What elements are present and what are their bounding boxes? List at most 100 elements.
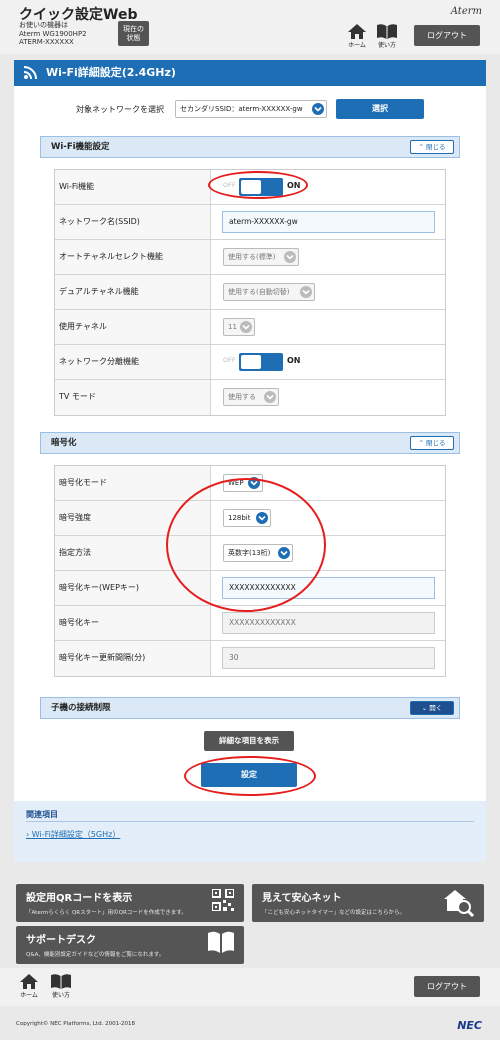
- device-name: ATERM-XXXXXX: [19, 38, 74, 46]
- footer-home-button[interactable]: ホーム: [16, 974, 42, 1000]
- collapse-label: 閉じる: [426, 143, 446, 151]
- chevron-down-icon: [300, 286, 312, 298]
- home-icon: [20, 974, 38, 989]
- page-title-text: Wi-Fi詳細設定(2.4GHz): [46, 66, 176, 79]
- select-value: 使用する(標準): [228, 253, 276, 261]
- wifi-icon: [23, 66, 37, 80]
- promo-desc: 「Atermらくらく QRスタート」用のQRコードを作成できます。: [26, 910, 187, 916]
- table-row: オートチャネルセレクト機能 使用する(標準): [55, 240, 445, 275]
- encrypt-mode-label: 暗号化モード: [55, 466, 211, 500]
- safety-net-promo[interactable]: 見えて安心ネット 「こども安心ネットタイマー」などの設定はこちらから。: [252, 884, 484, 922]
- status-line1: 現在の: [123, 25, 144, 33]
- encrypt-settings-table: 暗号化モード WEP 暗号強度 128bit 指定方法 英数字(13桁) 暗号化…: [54, 465, 446, 677]
- table-row: 暗号化キー更新間隔(分) 30: [55, 641, 445, 676]
- table-row: 暗号化キー(WEPキー) XXXXXXXXXXXXX: [55, 571, 445, 606]
- wifi-section-header: Wi-Fi機能設定 ⌃ 閉じる: [40, 136, 460, 158]
- status-button[interactable]: 現在の 状態: [118, 21, 149, 46]
- network-label: 対象ネットワークを選択: [76, 105, 164, 114]
- chevron-down-icon: [278, 547, 290, 559]
- toggle-track: [239, 353, 283, 371]
- wep-key-label: 暗号化キー(WEPキー): [55, 571, 211, 605]
- device-model: Aterm WG1900HP2: [19, 29, 87, 38]
- key-format-label: 指定方法: [55, 536, 211, 570]
- wep-key-input[interactable]: XXXXXXXXXXXXX: [222, 577, 435, 599]
- dual-channel-select[interactable]: 使用する(自動切替): [223, 283, 315, 301]
- child-section-header: 子機の接続制限 ⌄ 開く: [40, 697, 460, 719]
- toggle-on-label: ON: [287, 356, 301, 365]
- promo-title: サポートデスク: [26, 935, 96, 946]
- submit-button[interactable]: 設定: [201, 763, 297, 787]
- footer-manual-button[interactable]: 使い方: [48, 974, 74, 1000]
- status-line2: 状態: [126, 34, 141, 42]
- toggle-off-label: OFF: [223, 356, 236, 364]
- encrypt-mode-select[interactable]: WEP: [223, 474, 263, 492]
- auto-channel-select[interactable]: 使用する(標準): [223, 248, 299, 266]
- select-value: 英数字(13桁): [228, 549, 271, 557]
- wifi-section-collapse-button[interactable]: ⌃ 閉じる: [410, 140, 454, 154]
- related-link-text: Wi-Fi詳細設定（5GHz）: [31, 830, 121, 839]
- brand-logo: Aterm: [450, 6, 482, 17]
- encrypt-strength-select[interactable]: 128bit: [223, 509, 271, 527]
- related-link-wifi-5ghz[interactable]: › Wi-Fi詳細設定（5GHz）: [26, 829, 120, 840]
- network-select-button[interactable]: 選択: [336, 99, 424, 119]
- encrypt-key-input: XXXXXXXXXXXXX: [222, 612, 435, 634]
- encrypt-key-label: 暗号化キー: [55, 606, 211, 640]
- home-icon: [348, 24, 366, 39]
- device-line1: お使いの機器は: [19, 21, 68, 29]
- ssid-label: ネットワーク名(SSID): [55, 205, 211, 239]
- home-label: ホーム: [20, 992, 38, 999]
- logout-button[interactable]: ログアウト: [414, 25, 480, 46]
- table-row: ネットワーク名(SSID) aterm-XXXXXX-gw: [55, 205, 445, 240]
- table-row: 暗号強度 128bit: [55, 501, 445, 536]
- copyright: Copyright© NEC Platforms, Ltd. 2001-2018: [16, 1021, 136, 1027]
- footer-nav: ホーム 使い方 ログアウト: [0, 968, 500, 1006]
- page-title: Wi-Fi詳細設定(2.4GHz): [14, 60, 486, 86]
- qr-code-icon: [212, 889, 234, 911]
- ssid-input[interactable]: aterm-XXXXXX-gw: [222, 211, 435, 233]
- encrypt-section-collapse-button[interactable]: ⌃ 閉じる: [410, 436, 454, 450]
- qr-code-promo[interactable]: 設定用QRコードを表示 「Atermらくらく QRスタート」用のQRコードを作成…: [16, 884, 244, 922]
- book-icon: [51, 974, 71, 989]
- table-row: ネットワーク分離機能 OFF ON: [55, 345, 445, 380]
- key-interval-input: 30: [222, 647, 435, 669]
- network-select-row: 対象ネットワークを選択 セカンダリSSID：aterm-XXXXXX-gw 選択: [14, 99, 486, 120]
- show-details-button[interactable]: 詳細な項目を表示: [204, 731, 294, 751]
- support-desk-promo[interactable]: サポートデスク Q&A、機能別設定ガイドなどの情報をご覧になれます。: [16, 926, 244, 964]
- network-select[interactable]: セカンダリSSID：aterm-XXXXXX-gw: [175, 100, 327, 118]
- table-row: デュアルチャネル機能 使用する(自動切替): [55, 275, 445, 310]
- toggle-knob: [241, 355, 261, 369]
- select-value: 使用する: [228, 393, 256, 401]
- book-icon: [377, 24, 397, 39]
- encrypt-strength-label: 暗号強度: [55, 501, 211, 535]
- chevron-down-icon: [312, 103, 324, 115]
- device-info: お使いの機器は Aterm WG1900HP2 ATERM-XXXXXX: [19, 21, 87, 47]
- network-isolation-label: ネットワーク分離機能: [55, 345, 211, 379]
- promo-title: 設定用QRコードを表示: [26, 893, 133, 904]
- home-label: ホーム: [348, 42, 366, 49]
- key-interval-label: 暗号化キー更新間隔(分): [55, 641, 211, 676]
- chevron-down-icon: [264, 391, 276, 403]
- child-section-expand-button[interactable]: ⌄ 開く: [410, 701, 454, 715]
- tv-mode-label: TV モード: [55, 380, 211, 415]
- table-row: 暗号化モード WEP: [55, 466, 445, 501]
- manual-label: 使い方: [377, 42, 396, 49]
- toggle-off-label: OFF: [223, 181, 236, 189]
- toggle-knob: [241, 180, 261, 194]
- nec-logo: NEC: [457, 1019, 482, 1032]
- divider: [26, 821, 474, 822]
- channel-select[interactable]: 11: [223, 318, 255, 336]
- main-panel: Wi-Fi詳細設定(2.4GHz) 対象ネットワークを選択 セカンダリSSID：…: [14, 60, 486, 800]
- manual-button[interactable]: 使い方: [374, 24, 400, 50]
- book-icon: [208, 931, 234, 953]
- chevron-down-icon: [256, 512, 268, 524]
- related-box: 関連項目 › Wi-Fi詳細設定（5GHz）: [14, 800, 486, 862]
- footer-logout-button[interactable]: ログアウト: [414, 976, 480, 997]
- table-row: TV モード 使用する: [55, 380, 445, 415]
- select-value: 128bit: [228, 514, 251, 522]
- tv-mode-select[interactable]: 使用する: [223, 388, 279, 406]
- select-value: 11: [228, 323, 237, 331]
- key-format-select[interactable]: 英数字(13桁): [223, 544, 293, 562]
- house-magnifier-icon: [444, 890, 474, 917]
- home-button[interactable]: ホーム: [344, 24, 370, 50]
- table-row: 暗号化キー XXXXXXXXXXXXX: [55, 606, 445, 641]
